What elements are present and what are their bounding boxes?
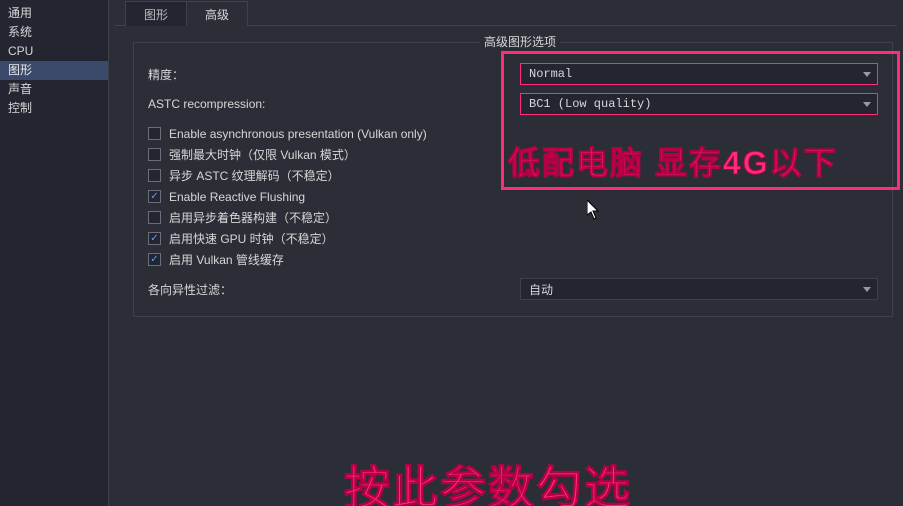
checkbox-label: 异步 ASTC 纹理解码（不稳定）	[169, 167, 340, 184]
tab-advanced[interactable]: 高级	[186, 1, 248, 26]
group-title: 高级图形选项	[480, 33, 560, 50]
checkbox-reactive-flushing[interactable]	[148, 190, 161, 203]
aniso-label: 各向异性过滤：	[148, 281, 520, 298]
astc-combo[interactable]: BC1 (Low quality)	[520, 93, 878, 115]
checkbox-label: 强制最大时钟（仅限 Vulkan 模式）	[169, 146, 356, 163]
checkbox-async-shaders[interactable]	[148, 211, 161, 224]
checkbox-label: 启用异步着色器构建（不稳定）	[169, 209, 337, 226]
chevron-down-icon	[863, 287, 871, 292]
checkbox-async-presentation[interactable]	[148, 127, 161, 140]
checkbox-force-max-clock[interactable]	[148, 148, 161, 161]
annotation-text-top: 低配电脑 显存4G以下	[508, 138, 838, 184]
checkbox-label: 启用 Vulkan 管线缓存	[169, 251, 284, 268]
accuracy-value: Normal	[529, 67, 572, 81]
sidebar-item-graphics[interactable]: 图形	[0, 61, 108, 80]
sidebar-item-controls[interactable]: 控制	[0, 99, 108, 118]
sidebar-item-general[interactable]: 通用	[0, 4, 108, 23]
sidebar: 通用 系统 CPU 图形 声音 控制	[0, 0, 109, 506]
chevron-down-icon	[863, 72, 871, 77]
tab-graphics[interactable]: 图形	[125, 1, 187, 26]
checkbox-label: 启用快速 GPU 时钟（不稳定）	[169, 230, 334, 247]
aniso-combo[interactable]: 自动	[520, 278, 878, 300]
accuracy-combo[interactable]: Normal	[520, 63, 878, 85]
aniso-value: 自动	[529, 281, 553, 298]
tab-bar: 图形 高级	[115, 0, 897, 26]
checkbox-label: Enable asynchronous presentation (Vulkan…	[169, 127, 427, 141]
checkbox-fast-gpu-time[interactable]	[148, 232, 161, 245]
checkbox-async-astc[interactable]	[148, 169, 161, 182]
astc-value: BC1 (Low quality)	[529, 97, 651, 111]
main-panel: 图形 高级 高级图形选项 精度： Normal ASTC recompressi…	[109, 0, 903, 506]
astc-label: ASTC recompression:	[148, 97, 520, 111]
checkbox-vulkan-pipeline-cache[interactable]	[148, 253, 161, 266]
sidebar-item-cpu[interactable]: CPU	[0, 42, 108, 61]
sidebar-item-audio[interactable]: 声音	[0, 80, 108, 99]
checkbox-label: Enable Reactive Flushing	[169, 190, 305, 204]
chevron-down-icon	[863, 102, 871, 107]
accuracy-label: 精度：	[148, 66, 520, 83]
sidebar-item-system[interactable]: 系统	[0, 23, 108, 42]
annotation-text-bottom: 按此参数勾选	[344, 452, 632, 506]
